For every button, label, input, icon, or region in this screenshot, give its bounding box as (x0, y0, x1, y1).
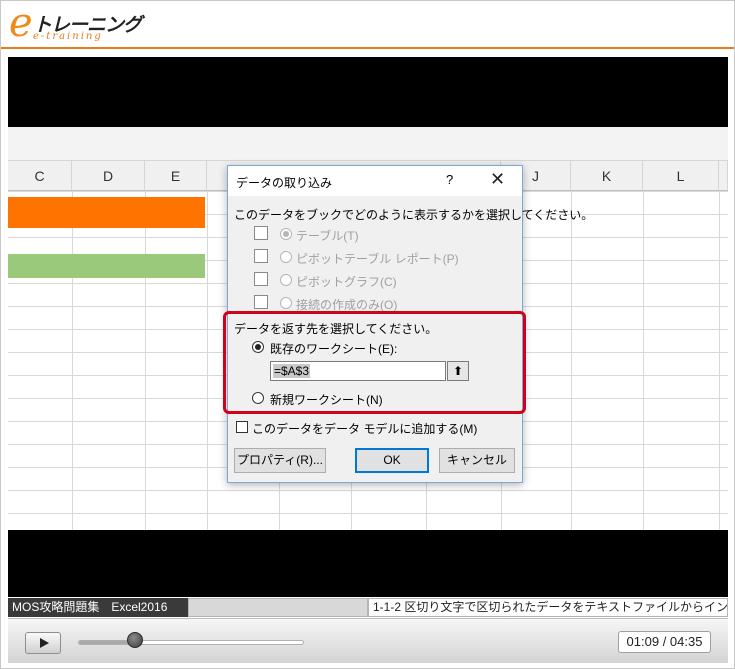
site-header: e トレーニング e-training (1, 1, 734, 49)
dialog-titlebar: データの取り込み ? ✕ (228, 166, 522, 196)
course-title: MOS攻略問題集 Excel2016 (8, 598, 188, 617)
radio-pivot-chart[interactable] (280, 274, 292, 286)
cancel-button[interactable]: キャンセル (439, 448, 515, 473)
radio-connection-only[interactable] (280, 297, 292, 309)
lesson-title: 1-1-2 区切り文字で区切られたデータをテキストファイルからイン (368, 598, 728, 617)
reference-input[interactable]: =$A$3 (270, 361, 446, 381)
ok-button[interactable]: OK (355, 448, 429, 473)
orange-header-cells (8, 197, 205, 228)
logo-e-glyph: e (9, 0, 33, 46)
properties-button[interactable]: プロパティ(R)... (234, 448, 326, 473)
formula-bar-strip (8, 127, 728, 161)
column-header-c: C (8, 161, 72, 191)
existing-sheet-label: 既存のワークシート(E): (270, 342, 398, 356)
option-table-label: テーブル(T) (296, 229, 359, 243)
add-to-data-model-label: このデータをデータ モデルに追加する(M) (252, 422, 478, 436)
pivot-chart-icon (254, 272, 268, 286)
connection-icon (254, 295, 268, 309)
green-header-cells (8, 254, 205, 278)
close-icon[interactable]: ✕ (490, 169, 505, 190)
time-display: 01:09 / 04:35 (618, 631, 711, 653)
player-frame: e トレーニング e-training C D E J K L データの取り込み… (0, 0, 735, 669)
column-header-e: E (145, 161, 207, 191)
collapse-dialog-button[interactable]: ⬆ (447, 361, 469, 381)
column-header-k: K (571, 161, 643, 191)
video-area[interactable]: C D E J K L データの取り込み ? ✕ このデータをブックでどのように… (8, 57, 728, 597)
option-pivot-chart-label: ピボットグラフ(C) (296, 275, 397, 289)
radio-pivot-table[interactable] (280, 251, 292, 263)
table-icon (254, 226, 268, 240)
view-prompt: このデータをブックでどのように表示するかを選択してください。 (234, 208, 594, 222)
radio-existing-sheet[interactable] (252, 341, 264, 353)
logo-subtitle: e-training (33, 31, 103, 42)
column-header-m (719, 161, 728, 191)
column-header-d: D (72, 161, 145, 191)
seek-handle[interactable] (127, 632, 143, 648)
radio-table[interactable] (280, 228, 292, 240)
pivot-table-icon (254, 249, 268, 263)
destination-prompt: データを返す先を選択してください。 (234, 322, 438, 336)
option-pivot-table-label: ピボットテーブル レポート(P) (296, 252, 459, 266)
reference-value: =$A$3 (273, 364, 311, 378)
seek-bar[interactable] (78, 640, 304, 645)
column-header-l: L (643, 161, 719, 191)
info-spacer (188, 598, 368, 617)
radio-new-sheet[interactable] (252, 392, 264, 404)
dialog-title: データの取り込み (236, 176, 333, 190)
play-button[interactable] (25, 632, 61, 654)
new-sheet-label: 新規ワークシート(N) (270, 393, 383, 407)
player-controls: 01:09 / 04:35 (8, 618, 728, 663)
import-data-dialog: データの取り込み ? ✕ このデータをブックでどのように表示するかを選択してくだ… (223, 165, 593, 483)
upload-arrow-icon: ⬆ (452, 364, 464, 378)
add-to-data-model-checkbox[interactable] (236, 421, 248, 433)
help-icon[interactable]: ? (446, 172, 453, 187)
